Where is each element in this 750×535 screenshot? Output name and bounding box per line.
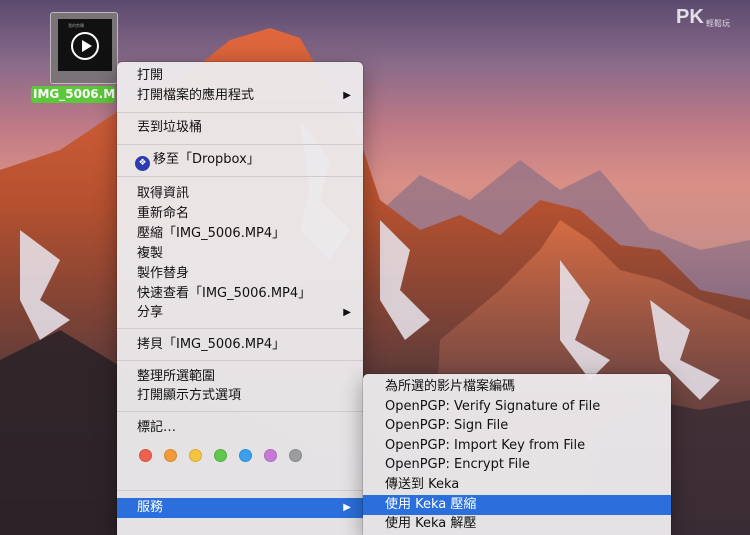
menu-item-rename[interactable]: 重新命名 <box>117 205 363 223</box>
file-name-label[interactable]: IMG_5006.M <box>31 86 115 103</box>
menu-separator <box>117 176 363 177</box>
menu-item-get-info[interactable]: 取得資訊 <box>117 185 363 203</box>
service-openpgp-verify[interactable]: OpenPGP: Verify Signature of File <box>363 398 671 416</box>
menu-item-move-to-dropbox[interactable]: ❖ 移至「Dropbox」 <box>117 151 363 171</box>
tag-purple-dot[interactable] <box>264 449 277 462</box>
tag-blue-dot[interactable] <box>239 449 252 462</box>
video-thumbnail: 我的剪輯 <box>58 19 112 71</box>
menu-separator <box>117 490 363 491</box>
services-submenu: 為所選的影片檔案編碼 OpenPGP: Verify Signature of … <box>363 374 671 535</box>
tag-orange-dot[interactable] <box>164 449 177 462</box>
menu-separator <box>117 411 363 412</box>
service-openpgp-sign[interactable]: OpenPGP: Sign File <box>363 417 671 435</box>
dropbox-icon: ❖ <box>135 156 150 171</box>
menu-item-open[interactable]: 打開 <box>117 67 363 85</box>
submenu-arrow-icon: ▶ <box>343 502 351 513</box>
submenu-arrow-icon: ▶ <box>343 307 351 318</box>
tag-red-dot[interactable] <box>139 449 152 462</box>
menu-item-make-alias[interactable]: 製作替身 <box>117 265 363 283</box>
tag-green-dot[interactable] <box>214 449 227 462</box>
service-openpgp-import-key[interactable]: OpenPGP: Import Key from File <box>363 437 671 455</box>
menu-item-open-with[interactable]: 打開檔案的應用程式 ▶ <box>117 87 363 105</box>
video-file-icon[interactable]: 我的剪輯 <box>50 12 118 84</box>
service-encode-video[interactable]: 為所選的影片檔案編碼 <box>363 378 671 396</box>
tag-gray-dot[interactable] <box>289 449 302 462</box>
service-openpgp-encrypt[interactable]: OpenPGP: Encrypt File <box>363 456 671 474</box>
watermark-small-text: 輕鬆玩 <box>706 19 730 28</box>
tag-yellow-dot[interactable] <box>189 449 202 462</box>
service-send-to-keka[interactable]: 傳送到 Keka <box>363 476 671 494</box>
menu-separator <box>117 144 363 145</box>
menu-item-compress[interactable]: 壓縮「IMG_5006.MP4」 <box>117 225 363 243</box>
watermark-brand: PK <box>676 6 704 28</box>
thumbnail-caption: 我的剪輯 <box>68 23 84 28</box>
service-keka-extract[interactable]: 使用 Keka 解壓 <box>363 515 671 533</box>
menu-item-move-to-trash[interactable]: 丟到垃圾桶 <box>117 119 363 137</box>
menu-item-tags[interactable]: 標記… <box>117 419 363 437</box>
menu-item-clean-up-selection[interactable]: 整理所選範圍 <box>117 368 363 386</box>
menu-item-share[interactable]: 分享 ▶ <box>117 304 363 322</box>
menu-item-duplicate[interactable]: 複製 <box>117 245 363 263</box>
menu-item-quick-look[interactable]: 快速查看「IMG_5006.MP4」 <box>117 285 363 303</box>
menu-separator <box>117 328 363 329</box>
play-icon <box>71 32 99 60</box>
service-keka-compress[interactable]: 使用 Keka 壓縮 <box>363 495 671 515</box>
menu-item-show-view-options[interactable]: 打開顯示方式選項 <box>117 387 363 405</box>
menu-item-copy[interactable]: 拷貝「IMG_5006.MP4」 <box>117 336 363 354</box>
menu-item-services[interactable]: 服務 ▶ <box>117 498 363 518</box>
menu-separator <box>117 112 363 113</box>
context-menu: 打開 打開檔案的應用程式 ▶ 丟到垃圾桶 ❖ 移至「Dropbox」 取得資訊 重… <box>117 62 363 535</box>
menu-separator <box>117 360 363 361</box>
submenu-arrow-icon: ▶ <box>343 90 351 101</box>
watermark-logo: PK 輕鬆玩 <box>676 6 740 32</box>
